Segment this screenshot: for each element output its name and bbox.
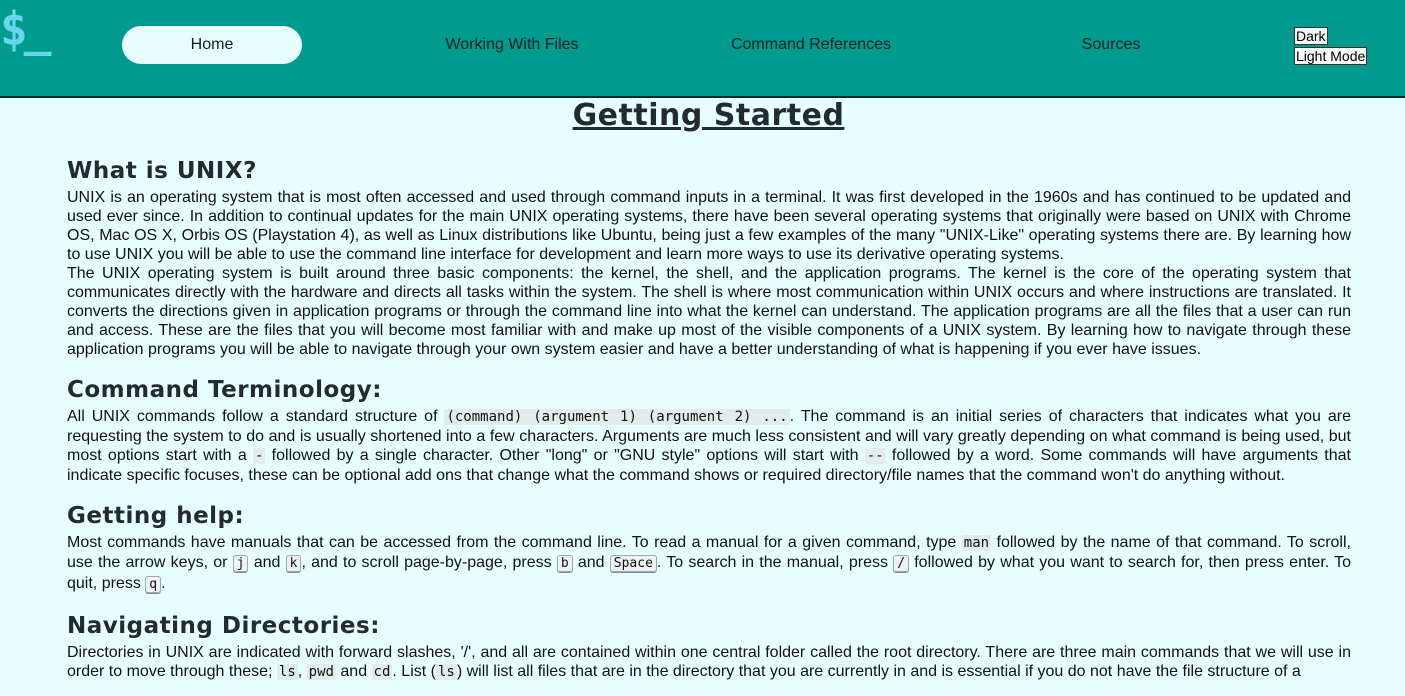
section-heading: Command Terminology:: [67, 377, 382, 403]
text: .: [161, 575, 166, 592]
key-space: Space: [609, 555, 657, 572]
text: Most commands have manuals that can be a…: [67, 534, 962, 551]
nav-working-with-files-link[interactable]: Working With Files: [422, 26, 602, 64]
section-getting-help: Getting help: Most commands have manuals…: [67, 499, 1351, 595]
paragraph: UNIX is an operating system that is most…: [67, 189, 1351, 263]
section-heading: What is UNIX?: [67, 158, 257, 184]
main-content: What is UNIX? UNIX is an operating syste…: [67, 154, 1351, 696]
section-what-is-unix: What is UNIX? UNIX is an operating syste…: [67, 154, 1351, 359]
key-q: q: [145, 576, 162, 593]
text: ) will list all files that are in the di…: [456, 663, 1301, 680]
inline-code: --: [864, 448, 886, 464]
paragraph: The UNIX operating system is built aroun…: [67, 265, 1351, 358]
paragraph: Most commands have manuals that can be a…: [67, 533, 1351, 595]
paragraph: Directories in UNIX are indicated with f…: [67, 643, 1351, 682]
section-heading: Navigating Directories:: [67, 613, 380, 639]
paragraph: All UNIX commands follow a standard stru…: [67, 407, 1351, 485]
text: and: [335, 663, 372, 680]
dark-mode-button[interactable]: Dark: [1294, 27, 1328, 45]
nav-home-button[interactable]: Home: [122, 26, 302, 64]
text: and: [248, 554, 286, 571]
inline-code: (command) (argument 1) (argument 2) ...: [444, 409, 790, 425]
text: . To search in the manual, press: [656, 554, 894, 571]
text: followed by a single character. Other "l…: [265, 447, 865, 464]
nav-sources-link[interactable]: Sources: [1041, 26, 1181, 64]
inline-code: man: [961, 535, 992, 551]
section-command-terminology: Command Terminology: All UNIX commands f…: [67, 373, 1351, 485]
key-b: b: [556, 555, 573, 572]
terminal-logo-icon[interactable]: $_: [0, 2, 51, 56]
nav-command-references-link[interactable]: Command References: [711, 26, 911, 64]
text: . List (: [392, 663, 436, 680]
key-k: k: [285, 555, 302, 572]
text: ,: [297, 663, 307, 680]
page-title: Getting Started: [572, 98, 845, 133]
text: , and to scroll page-by-page, press: [301, 554, 557, 571]
text: All UNIX commands follow a standard stru…: [67, 408, 445, 425]
section-navigating-directories: Navigating Directories: Directories in U…: [67, 609, 1351, 682]
top-navbar: $_ Home Working With Files Command Refer…: [0, 0, 1405, 98]
key-slash: /: [893, 555, 910, 572]
inline-code: -: [252, 448, 266, 464]
text: and: [572, 554, 610, 571]
key-j: j: [232, 555, 249, 572]
light-mode-button[interactable]: Light Mode: [1294, 47, 1368, 65]
section-heading: Getting help:: [67, 503, 245, 529]
